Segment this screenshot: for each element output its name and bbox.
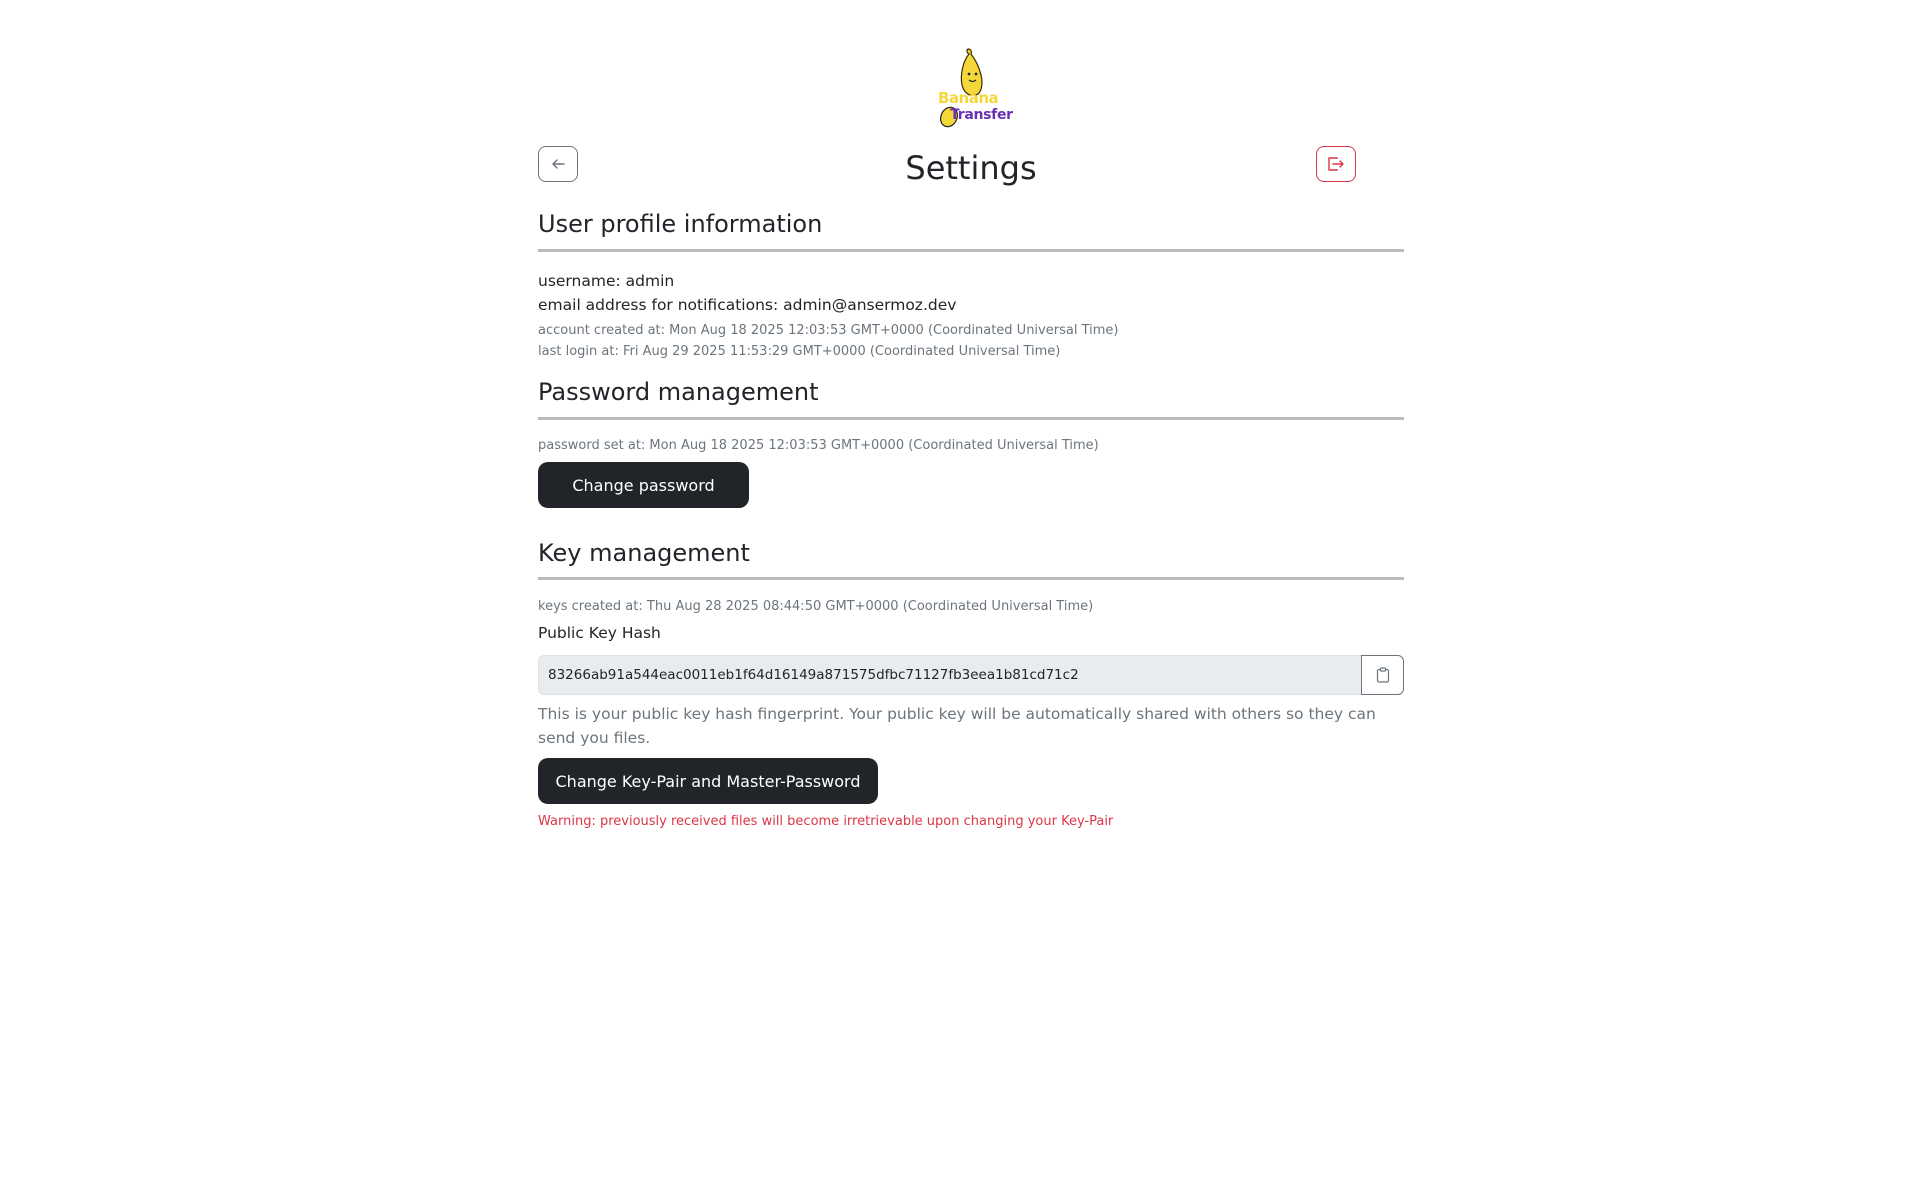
logout-button[interactable] bbox=[1316, 146, 1356, 182]
password-set-text: password set at: Mon Aug 18 2025 12:03:5… bbox=[538, 438, 1099, 453]
password-section-title: Password management bbox=[538, 378, 819, 406]
logout-icon bbox=[1328, 157, 1344, 171]
profile-divider bbox=[538, 249, 1404, 252]
copy-hash-button[interactable] bbox=[1361, 655, 1404, 695]
password-divider bbox=[538, 417, 1404, 420]
last-login-text: last login at: Fri Aug 29 2025 11:53:29 … bbox=[538, 344, 1061, 359]
account-created-text: account created at: Mon Aug 18 2025 12:0… bbox=[538, 323, 1119, 338]
change-keypair-button[interactable]: Change Key-Pair and Master-Password bbox=[538, 758, 878, 804]
change-password-button[interactable]: Change password bbox=[538, 462, 749, 508]
public-key-help-text: This is your public key hash fingerprint… bbox=[538, 705, 1376, 747]
page-title: Settings bbox=[905, 149, 1037, 187]
logo-word-transfer: Transfer bbox=[950, 107, 1013, 123]
public-key-hash-input[interactable] bbox=[538, 655, 1361, 695]
profile-section-title: User profile information bbox=[538, 210, 823, 238]
banana-transfer-logo: Banana Transfer bbox=[936, 47, 1013, 129]
email-text: email address for notifications: admin@a… bbox=[538, 296, 957, 314]
logo-word-banana: Banana bbox=[938, 89, 999, 107]
public-key-hash-label: Public Key Hash bbox=[538, 624, 661, 642]
clipboard-icon bbox=[1376, 667, 1389, 683]
public-key-hash-group bbox=[538, 655, 1404, 695]
username-text: username: admin bbox=[538, 272, 675, 290]
key-section-title: Key management bbox=[538, 539, 750, 567]
keypair-warning-text: Warning: previously received files will … bbox=[538, 814, 1114, 829]
keys-created-text: keys created at: Thu Aug 28 2025 08:44:5… bbox=[538, 599, 1094, 614]
key-divider bbox=[538, 577, 1404, 580]
